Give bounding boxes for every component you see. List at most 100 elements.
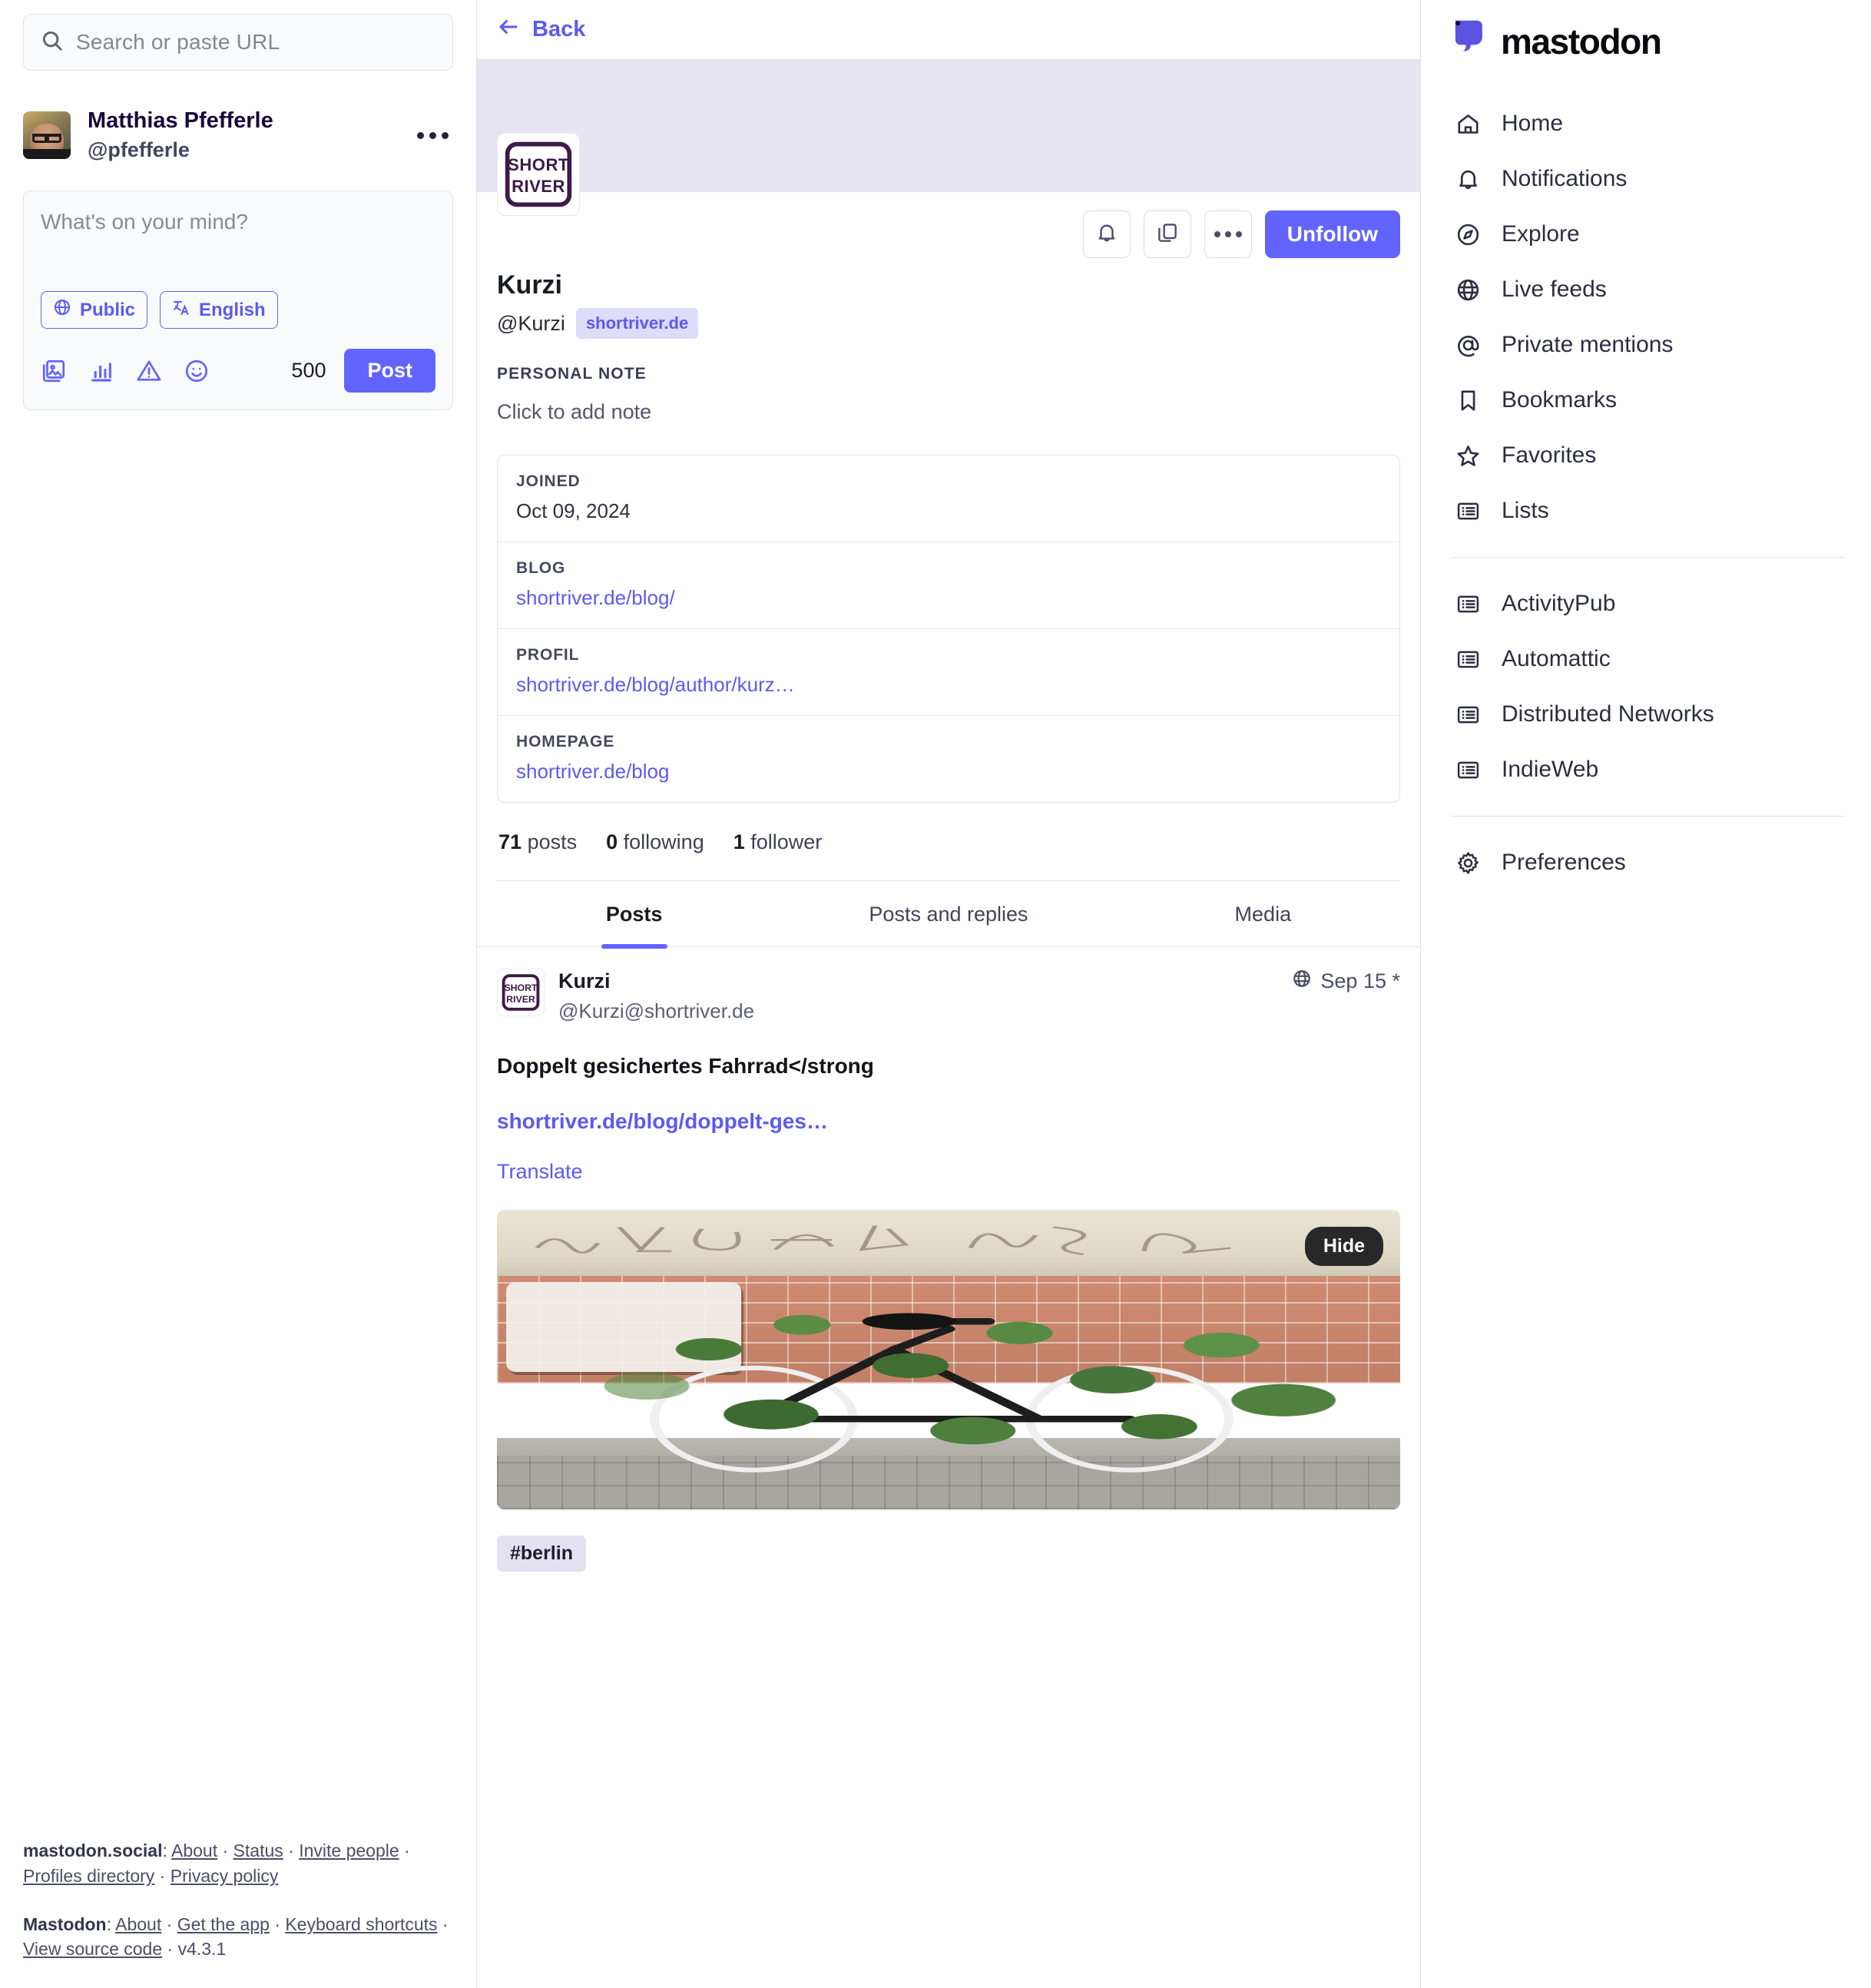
table-row: HOMEPAGE shortriver.de/blog xyxy=(498,716,1399,802)
poll-icon[interactable] xyxy=(88,358,136,384)
compass-icon xyxy=(1453,220,1482,249)
avatar[interactable] xyxy=(23,111,71,160)
bell-icon xyxy=(1453,164,1482,194)
hashtag-berlin[interactable]: #berlin xyxy=(497,1536,586,1572)
footer-links: mastodon.social: About · Status · Invite… xyxy=(23,1838,453,1962)
footer-link-view-source[interactable]: View source code xyxy=(23,1939,162,1959)
sidebar-item-label: Live feeds xyxy=(1502,277,1607,302)
tab-posts-and-replies[interactable]: Posts and replies xyxy=(791,881,1105,946)
sidebar-item-indieweb[interactable]: IndieWeb xyxy=(1447,742,1848,797)
sidebar-item-lists[interactable]: Lists xyxy=(1447,483,1848,538)
stat-posts[interactable]: 71 posts xyxy=(498,830,577,854)
table-row: BLOG shortriver.de/blog/ xyxy=(498,542,1399,629)
personal-note-input[interactable]: Click to add note xyxy=(497,400,1400,424)
list-icon xyxy=(1453,700,1482,729)
tab-media[interactable]: Media xyxy=(1106,881,1420,946)
compose-form[interactable]: What's on your mind? Public English 500 … xyxy=(23,191,453,411)
post-button[interactable]: Post xyxy=(344,349,435,393)
sidebar-item-preferences[interactable]: Preferences xyxy=(1447,835,1848,890)
metadata-value-link[interactable]: shortriver.de/blog xyxy=(516,760,1381,784)
compose-spacer xyxy=(41,234,435,291)
nav-primary: Home Notifications Explore Live feeds Pr… xyxy=(1447,96,1848,538)
metadata-value-link[interactable]: shortriver.de/blog/ xyxy=(516,586,1381,610)
table-row: JOINED Oct 09, 2024 xyxy=(498,456,1399,542)
sidebar-item-live-feeds[interactable]: Live feeds xyxy=(1447,262,1848,317)
graffiti-decoration xyxy=(534,1225,1231,1256)
globe-icon xyxy=(1292,969,1312,994)
metadata-value-link[interactable]: shortriver.de/blog/author/kurz… xyxy=(516,673,1381,697)
avatar[interactable]: SHORT RIVER xyxy=(497,969,545,1016)
footer-link-status[interactable]: Status xyxy=(233,1841,283,1860)
status-author[interactable]: Kurzi @Kurzi@shortriver.de xyxy=(558,969,1278,1023)
center-column: Back SHORT RIVER Unfollow Kurzi @Kurzi s… xyxy=(476,0,1421,1988)
profile-handle-row: @Kurzi shortriver.de xyxy=(497,308,1400,339)
nav-settings: Preferences xyxy=(1447,835,1848,890)
status-timestamp[interactable]: Sep 15 * xyxy=(1292,969,1400,994)
unfollow-button[interactable]: Unfollow xyxy=(1264,210,1400,258)
account-display-name: Matthias Pfefferle xyxy=(88,108,273,133)
status-link[interactable]: shortriver.de/blog/doppelt-ges… xyxy=(497,1109,1400,1134)
language-button[interactable]: English xyxy=(160,291,278,330)
ellipsis-icon[interactable] xyxy=(415,120,450,151)
sidebar-item-label: Explore xyxy=(1502,221,1580,247)
visibility-button[interactable]: Public xyxy=(41,291,148,330)
stat-following-count: 0 xyxy=(606,830,618,853)
back-button[interactable]: Back xyxy=(497,15,585,45)
mastodon-app: Search or paste URL Matthias Pfefferle @… xyxy=(0,0,1871,1988)
mastodon-brand[interactable]: mastodon xyxy=(1447,17,1848,65)
notify-bell-button[interactable] xyxy=(1082,210,1131,258)
sidebar-item-favorites[interactable]: Favorites xyxy=(1447,428,1848,483)
copy-icon xyxy=(1156,221,1179,248)
sidebar-item-private-mentions[interactable]: Private mentions xyxy=(1447,317,1848,373)
status-time-label: Sep 15 * xyxy=(1320,969,1400,992)
metadata-key: HOMEPAGE xyxy=(516,733,615,750)
tab-posts[interactable]: Posts xyxy=(477,881,791,946)
sidebar-item-automattic[interactable]: Automattic xyxy=(1447,631,1848,687)
compose-textarea-placeholder[interactable]: What's on your mind? xyxy=(41,210,435,234)
profile-tabs: Posts Posts and replies Media xyxy=(477,881,1420,947)
stat-followers[interactable]: 1 follower xyxy=(733,830,823,854)
sidebar-item-activitypub[interactable]: ActivityPub xyxy=(1447,576,1848,631)
brand-text: mastodon xyxy=(1501,21,1662,61)
emoji-icon[interactable] xyxy=(184,358,231,384)
sidebar-divider xyxy=(1450,557,1845,558)
status-post[interactable]: SHORT RIVER Kurzi @Kurzi@shortriver.de S… xyxy=(477,947,1420,1510)
list-icon xyxy=(1453,755,1482,784)
footer-link-privacy[interactable]: Privacy policy xyxy=(171,1866,279,1886)
status-title: Doppelt gesichertes Fahrrad</strong xyxy=(497,1054,874,1078)
stat-following[interactable]: 0 following xyxy=(606,830,704,854)
footer-link-about[interactable]: About xyxy=(171,1841,217,1860)
current-account[interactable]: Matthias Pfefferle @pfefferle xyxy=(23,108,453,163)
metadata-key: BLOG xyxy=(516,559,566,577)
sidebar-item-explore[interactable]: Explore xyxy=(1447,207,1848,262)
svg-text:RIVER: RIVER xyxy=(506,994,535,1005)
status-media[interactable]: Hide xyxy=(497,1210,1400,1510)
footer-link-get-app[interactable]: Get the app xyxy=(177,1914,270,1934)
compose-option-pills: Public English xyxy=(41,291,435,330)
footer-link-invite[interactable]: Invite people xyxy=(299,1841,399,1860)
add-media-icon[interactable] xyxy=(41,358,88,384)
hide-media-button[interactable]: Hide xyxy=(1304,1227,1383,1267)
sidebar-item-notifications[interactable]: Notifications xyxy=(1447,151,1848,207)
sidebar-item-label: Home xyxy=(1502,111,1564,136)
search-input[interactable]: Search or paste URL xyxy=(23,14,453,71)
copy-link-button[interactable] xyxy=(1143,210,1191,258)
star-icon xyxy=(1453,441,1482,470)
profile-metadata-table: JOINED Oct 09, 2024 BLOG shortriver.de/b… xyxy=(497,455,1400,803)
sidebar-item-home[interactable]: Home xyxy=(1447,96,1848,151)
sidebar-item-bookmarks[interactable]: Bookmarks xyxy=(1447,373,1848,428)
content-warning-icon[interactable] xyxy=(136,358,184,384)
right-sidebar: mastodon Home Notifications Explore Live… xyxy=(1421,0,1871,1988)
more-options-button[interactable] xyxy=(1204,210,1252,258)
profile-avatar[interactable]: SHORT RIVER xyxy=(497,133,580,216)
translate-button[interactable]: Translate xyxy=(497,1160,1400,1184)
footer-link-mastodon-about[interactable]: About xyxy=(115,1914,161,1934)
sidebar-item-distributed-networks[interactable]: Distributed Networks xyxy=(1447,687,1848,742)
gear-icon xyxy=(1453,848,1482,877)
footer-link-keyboard-shortcuts[interactable]: Keyboard shortcuts xyxy=(285,1914,437,1934)
status-header: SHORT RIVER Kurzi @Kurzi@shortriver.de S… xyxy=(497,969,1400,1023)
ellipsis-icon xyxy=(1214,231,1242,237)
compose-toolbar: 500 Post xyxy=(41,349,435,393)
list-icon xyxy=(1453,644,1482,674)
footer-link-profiles-directory[interactable]: Profiles directory xyxy=(23,1866,154,1886)
